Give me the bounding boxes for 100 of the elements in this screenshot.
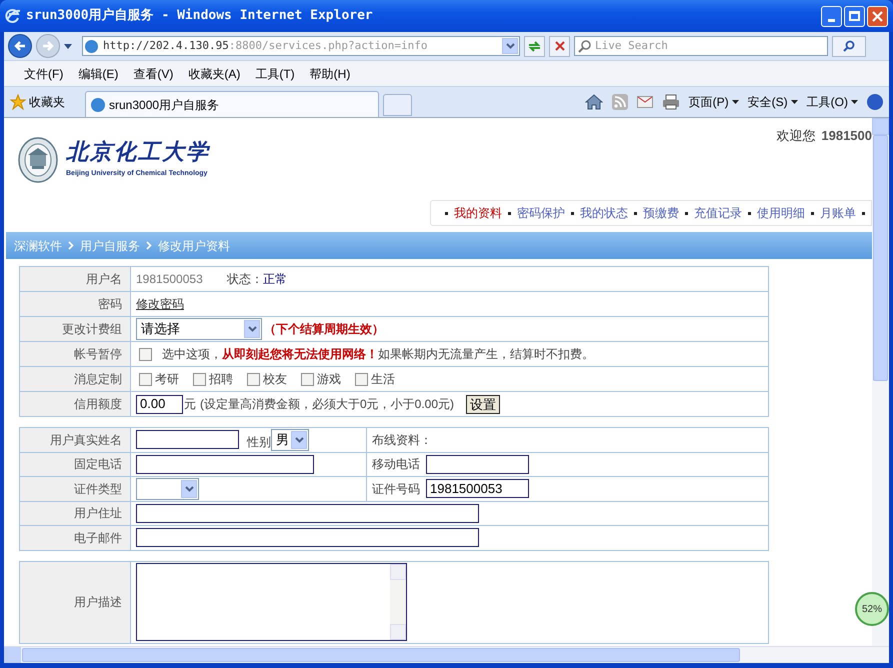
nav-link[interactable]: 密码保护 — [517, 204, 565, 222]
gender-dropdown[interactable]: 男 — [271, 428, 309, 451]
id-type-dropdown[interactable] — [136, 478, 199, 500]
user-name: 1981500 — [821, 127, 872, 145]
nav-link[interactable]: 我的状态 — [580, 204, 628, 222]
nav-link[interactable]: 我的资料 — [454, 204, 502, 222]
command-menu[interactable]: 页面(P) — [688, 93, 729, 111]
checkbox[interactable] — [193, 372, 206, 386]
field-label: 用户真实姓名 — [20, 428, 130, 452]
nav-link[interactable]: 使用明细 — [757, 204, 805, 222]
search-button[interactable] — [832, 36, 866, 56]
checkbox[interactable] — [301, 372, 314, 386]
chevron-icon — [68, 241, 74, 250]
scrollbar-thumb[interactable] — [22, 648, 740, 662]
set-button[interactable]: 设置 — [466, 394, 500, 414]
text-field[interactable] — [136, 430, 239, 450]
address-host: http://202.4.130.95 — [103, 38, 229, 54]
option-label: 考研 — [155, 371, 179, 388]
close-icon — [872, 10, 883, 22]
field-label: 固定电话 — [20, 452, 130, 476]
refresh-icon — [528, 40, 541, 52]
text-field[interactable]: 1981500053 — [426, 479, 529, 498]
chevron-icon — [146, 241, 152, 250]
suspend-text: 选中这项， — [162, 346, 222, 363]
option-label: 招聘 — [209, 371, 233, 388]
text-field[interactable] — [136, 528, 479, 548]
username-text: 1981500053 — [136, 271, 203, 288]
field-label: 更改计费组 — [20, 316, 130, 342]
checkbox[interactable] — [247, 372, 260, 386]
back-button[interactable] — [8, 34, 32, 58]
field-label: 布线资料： — [372, 432, 432, 449]
status-value: 正常 — [262, 271, 287, 288]
stop-icon — [554, 41, 564, 51]
zoom-badge[interactable]: 52% — [855, 592, 889, 626]
history-dropdown-icon[interactable] — [64, 44, 72, 48]
address-path: :8800/services.php?action=info — [228, 38, 428, 54]
browser-tab[interactable]: srun3000用户自服务 — [85, 91, 379, 117]
caret-icon[interactable] — [851, 100, 858, 104]
stop-button[interactable] — [549, 36, 570, 56]
favorites-button[interactable]: 收藏夹 — [29, 93, 65, 111]
search-icon — [578, 40, 591, 52]
text-field[interactable] — [426, 454, 529, 474]
note-text: （下个结算周期生效） — [264, 321, 384, 338]
menu-item[interactable]: 查看(V) — [133, 64, 174, 82]
menu-item[interactable]: 收藏夹(A) — [188, 64, 240, 82]
field-label: 证件号码 — [372, 480, 420, 498]
forward-arrow-icon — [42, 40, 54, 52]
window-title: srun3000用户自服务 - Windows Internet Explorer — [26, 6, 373, 26]
menu-item[interactable]: 帮助(H) — [310, 64, 350, 82]
text-field[interactable] — [136, 504, 479, 523]
menu-item[interactable]: 工具(T) — [255, 64, 295, 82]
caret-icon[interactable] — [790, 100, 798, 104]
billing-group-dropdown[interactable]: 请选择 — [136, 318, 262, 340]
nav-link[interactable]: 充值记录 — [694, 204, 742, 222]
maximize-icon — [849, 11, 860, 21]
refresh-button[interactable] — [524, 36, 545, 56]
text-field[interactable]: 0.00 — [136, 394, 183, 414]
search-placeholder: Live Search — [595, 38, 668, 54]
ie-logo-icon — [5, 8, 21, 24]
checkbox[interactable] — [355, 372, 368, 386]
option-label: 生活 — [371, 371, 395, 388]
command-menu[interactable]: 安全(S) — [748, 93, 788, 111]
field-label: 用户名 — [20, 266, 130, 292]
text-field[interactable] — [136, 454, 314, 474]
address-field[interactable]: http://202.4.130.95:8800/services.php?action=info — [82, 36, 520, 56]
checkbox[interactable] — [139, 372, 152, 386]
field-label: 证件类型 — [20, 476, 130, 501]
welcome-text: 欢迎您 — [776, 127, 816, 145]
nav-link[interactable]: 预缴费 — [643, 204, 679, 222]
caret-icon[interactable] — [732, 100, 739, 104]
back-arrow-icon — [14, 40, 26, 52]
field-label: 信用额度 — [20, 392, 130, 416]
field-label: 消息定制 — [20, 366, 130, 392]
nav-link[interactable]: 月账单 — [820, 204, 856, 222]
field-label: 移动电话 — [372, 456, 420, 474]
printer-icon[interactable] — [662, 94, 680, 110]
warning-text: 从即刻起您将无法使用网络！ — [222, 346, 378, 363]
checkbox[interactable] — [139, 348, 152, 360]
field-label: 用户住址 — [20, 501, 130, 526]
minimize-button[interactable] — [821, 6, 842, 26]
university-emblem-icon — [18, 137, 58, 183]
maximize-button[interactable] — [844, 6, 865, 26]
description-textarea[interactable] — [136, 563, 407, 641]
note-text: 如果帐期内无流量产生，结算时不扣费。 — [378, 346, 594, 363]
close-button[interactable] — [867, 6, 888, 26]
menu-item[interactable]: 文件(F) — [24, 64, 64, 82]
unit-text: 元 — [184, 396, 196, 413]
status-label: 状态： — [226, 271, 263, 288]
menu-item[interactable]: 编辑(E) — [78, 64, 118, 82]
scrollbar-thumb[interactable] — [873, 135, 888, 381]
command-menu[interactable]: 工具(O) — [806, 93, 848, 111]
change-password-link[interactable]: 修改密码 — [136, 297, 184, 311]
horizontal-scrollbar[interactable] — [4, 646, 889, 663]
option-label: 校友 — [263, 371, 287, 388]
credit-note: (设定量高消费金额，必须大于0元，小于0.00元) — [200, 396, 454, 413]
field-label: 用户描述 — [20, 561, 130, 643]
home-icon[interactable] — [584, 94, 603, 110]
field-label: 密码 — [20, 292, 130, 316]
search-icon — [843, 40, 855, 52]
mail-icon[interactable] — [636, 96, 653, 108]
